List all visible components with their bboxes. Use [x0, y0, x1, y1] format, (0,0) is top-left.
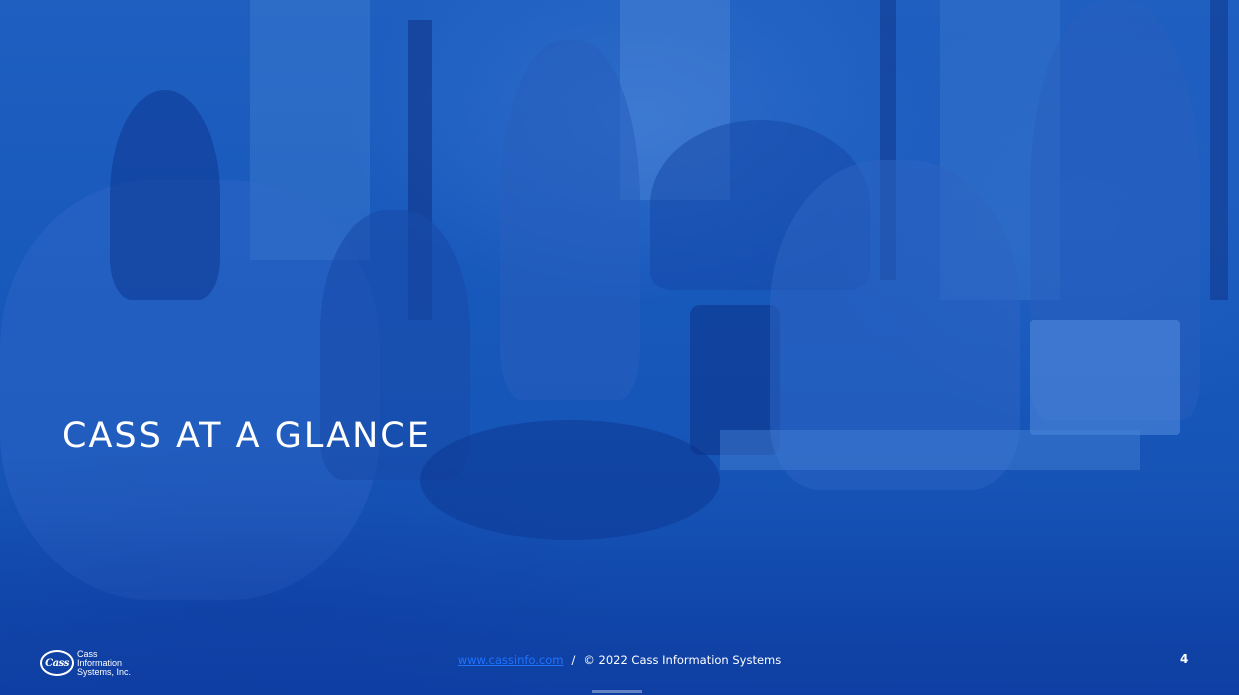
slide: CASS AT A GLANCE Cass Cass Information S… — [0, 0, 1239, 695]
page-number: 4 — [1180, 652, 1189, 666]
background-overlay — [0, 0, 1239, 695]
slide-footer: www.cassinfo.com / © 2022 Cass Information… — [0, 653, 1239, 667]
website-link[interactable]: www.cassinfo.com — [458, 653, 564, 667]
copyright-text: © 2022 Cass Information Systems — [583, 653, 782, 667]
slide-title: CASS AT A GLANCE — [62, 416, 431, 456]
footer-separator: / — [571, 653, 576, 667]
logo-line: Systems, Inc. — [77, 666, 132, 677]
bottom-divider — [592, 690, 642, 693]
